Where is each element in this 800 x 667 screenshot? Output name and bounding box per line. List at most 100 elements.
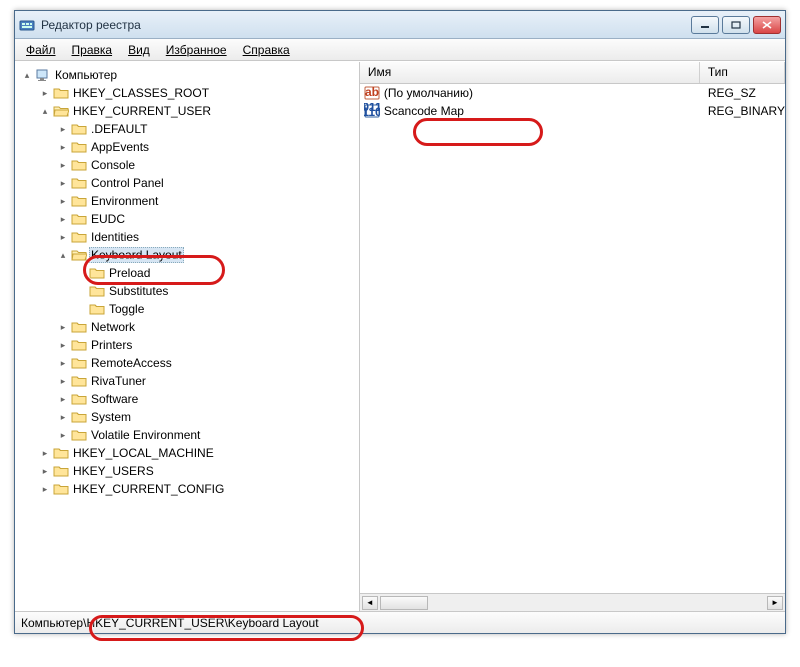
tree-vole[interactable]: ▸Volatile Environment: [19, 426, 357, 444]
tree-label: Console: [89, 158, 137, 172]
expand-toggle[interactable]: ▸: [57, 159, 69, 171]
folder-icon: [71, 211, 87, 227]
value-row-scancode[interactable]: 011110 Scancode Map REG_BINARY: [360, 102, 785, 120]
expand-toggle[interactable]: ▸: [57, 231, 69, 243]
value-type: REG_SZ: [700, 86, 785, 100]
expand-toggle[interactable]: ▸: [57, 321, 69, 333]
expand-toggle[interactable]: ▸: [57, 357, 69, 369]
tree-printers[interactable]: ▸ Printers: [19, 336, 357, 354]
expand-toggle[interactable]: ▴: [39, 105, 51, 117]
tree-label: HKEY_CURRENT_CONFIG: [71, 482, 226, 496]
folder-icon: [53, 445, 69, 461]
folder-icon: [71, 355, 87, 371]
tree-hku[interactable]: ▸HKEY_USERS: [19, 462, 357, 480]
folder-icon: [71, 139, 87, 155]
expand-toggle[interactable]: ▴: [21, 69, 33, 81]
tree-computer[interactable]: ▴Компьютер: [19, 66, 357, 84]
tree-network[interactable]: ▸Network: [19, 318, 357, 336]
tree-label: Printers: [89, 338, 134, 352]
expand-toggle[interactable]: ▸: [57, 141, 69, 153]
expand-toggle[interactable]: ▸: [39, 87, 51, 99]
tree-label: Software: [89, 392, 140, 406]
expand-toggle[interactable]: ▴: [57, 249, 69, 261]
expand-toggle[interactable]: ▸: [57, 177, 69, 189]
tree-label: Keyboard Layout: [89, 247, 184, 263]
close-button[interactable]: [753, 16, 781, 34]
minimize-button[interactable]: [691, 16, 719, 34]
scroll-right-button[interactable]: ►: [767, 596, 783, 610]
scroll-left-button[interactable]: ◄: [362, 596, 378, 610]
app-icon: [19, 17, 35, 33]
menu-view[interactable]: Вид: [121, 41, 157, 59]
value-row-default[interactable]: ab (По умолчанию) REG_SZ: [360, 84, 785, 102]
menu-file[interactable]: Файл: [19, 41, 63, 59]
tree-eudc[interactable]: ▸ EUDC: [19, 210, 357, 228]
tree-cpanel[interactable]: ▸Control Panel: [19, 174, 357, 192]
column-type[interactable]: Тип: [700, 62, 785, 83]
menu-help[interactable]: Справка: [236, 41, 297, 59]
tree-subs[interactable]: Substitutes: [19, 282, 357, 300]
tree-hkcr[interactable]: ▸ HKEY_CLASSES_ROOT: [19, 84, 357, 102]
horizontal-scrollbar[interactable]: ◄ ►: [360, 593, 785, 611]
expand-toggle[interactable]: ▸: [57, 429, 69, 441]
tree-label: Toggle: [107, 302, 146, 316]
expand-toggle[interactable]: ▸: [57, 375, 69, 387]
string-value-icon: ab: [364, 85, 380, 101]
tree-pane[interactable]: ▴Компьютер ▸ HKEY_CLASSES_ROOT ▴ HKEY_CURREN…: [15, 62, 360, 611]
tree-keyboard-layout[interactable]: ▴ Keyboard Layout: [19, 246, 357, 264]
status-prefix: Компьютер: [21, 616, 83, 630]
folder-icon: [35, 67, 51, 83]
folder-icon: [71, 391, 87, 407]
status-path: \HKEY_CURRENT_USER\Keyboard Layout: [83, 616, 318, 630]
tree-env[interactable]: ▸ Environment: [19, 192, 357, 210]
tree-console[interactable]: ▸ Console: [19, 156, 357, 174]
tree-software[interactable]: ▸ Software: [19, 390, 357, 408]
tree-label: Environment: [89, 194, 160, 208]
menu-favorites[interactable]: Избранное: [159, 41, 234, 59]
expand-toggle[interactable]: ▸: [39, 447, 51, 459]
folder-icon: [71, 319, 87, 335]
tree-remote[interactable]: ▸ RemoteAccess: [19, 354, 357, 372]
value-type: REG_BINARY: [700, 104, 785, 118]
tree-hkcu[interactable]: ▴ HKEY_CURRENT_USER: [19, 102, 357, 120]
tree-label: .DEFAULT: [89, 122, 149, 136]
menu-edit[interactable]: Правка: [65, 41, 120, 59]
svg-text:ab: ab: [365, 85, 379, 99]
tree-default[interactable]: ▸ .DEFAULT: [19, 120, 357, 138]
tree-appevents[interactable]: ▸AppEvents: [19, 138, 357, 156]
folder-icon: [53, 103, 69, 119]
titlebar[interactable]: Редактор реестра: [15, 11, 785, 39]
binary-value-icon: 011110: [364, 103, 380, 119]
column-name[interactable]: Имя: [360, 62, 700, 83]
folder-icon: [71, 175, 87, 191]
value-name: (По умолчанию): [384, 86, 473, 100]
window-title: Редактор реестра: [41, 18, 691, 32]
expand-toggle[interactable]: ▸: [57, 393, 69, 405]
statusbar: Компьютер\HKEY_CURRENT_USER\Keyboard Lay…: [15, 611, 785, 633]
tree-ident[interactable]: ▸Identities: [19, 228, 357, 246]
folder-icon: [71, 157, 87, 173]
expand-toggle[interactable]: ▸: [57, 411, 69, 423]
values-list[interactable]: ab (По умолчанию) REG_SZ 011110 Scancode…: [360, 84, 785, 593]
expand-toggle[interactable]: ▸: [39, 483, 51, 495]
tree-hkcc[interactable]: ▸ HKEY_CURRENT_CONFIG: [19, 480, 357, 498]
tree-riva[interactable]: ▸RivaTuner: [19, 372, 357, 390]
maximize-button[interactable]: [722, 16, 750, 34]
tree-preload[interactable]: Preload: [19, 264, 357, 282]
tree-hklm[interactable]: ▸HKEY_LOCAL_MACHINE: [19, 444, 357, 462]
expand-toggle[interactable]: ▸: [57, 195, 69, 207]
scroll-track[interactable]: [430, 596, 765, 610]
tree-label: Substitutes: [107, 284, 170, 298]
expand-toggle[interactable]: ▸: [57, 213, 69, 225]
tree-label: EUDC: [89, 212, 127, 226]
expand-toggle[interactable]: ▸: [57, 123, 69, 135]
expand-toggle[interactable]: ▸: [57, 339, 69, 351]
tree-system[interactable]: ▸ System: [19, 408, 357, 426]
tree-label: System: [89, 410, 133, 424]
tree-toggle[interactable]: Toggle: [19, 300, 357, 318]
tree-label: HKEY_CURRENT_USER: [71, 104, 213, 118]
tree-label: RemoteAccess: [89, 356, 174, 370]
scroll-thumb[interactable]: [380, 596, 428, 610]
expand-toggle[interactable]: ▸: [39, 465, 51, 477]
tree-label: HKEY_CLASSES_ROOT: [71, 86, 211, 100]
